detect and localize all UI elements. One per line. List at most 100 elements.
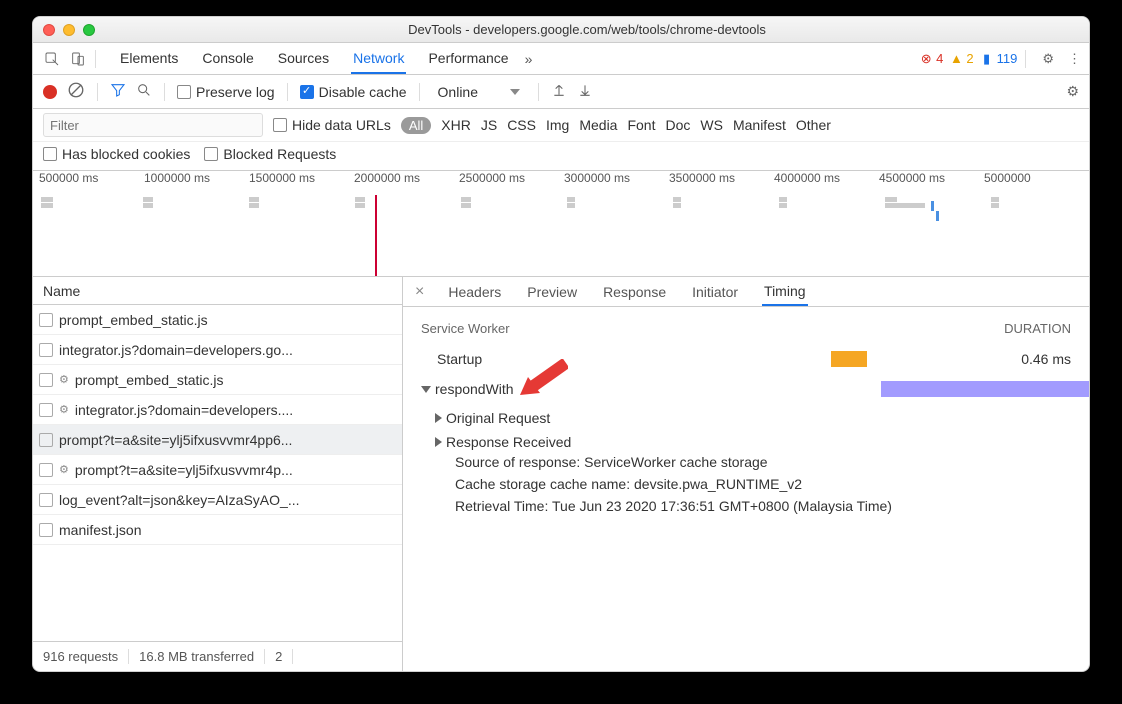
filter-type-js[interactable]: JS xyxy=(481,117,497,133)
filter-type-other[interactable]: Other xyxy=(796,117,831,133)
timeline-marker xyxy=(375,195,377,276)
gear-icon: ⚙ xyxy=(59,463,69,476)
device-toggle-icon[interactable] xyxy=(67,48,89,70)
separator xyxy=(287,83,288,101)
request-list-header[interactable]: Name xyxy=(33,277,402,305)
request-row[interactable]: ⚙ prompt?t=a&site=ylj5ifxusvvmr4p... xyxy=(33,455,402,485)
traffic-lights xyxy=(43,24,95,36)
tree-original-request[interactable]: Original Request xyxy=(435,406,1071,430)
separator xyxy=(538,83,539,101)
request-name: manifest.json xyxy=(59,522,141,538)
file-icon xyxy=(39,463,53,477)
warning-count[interactable]: ▲2 xyxy=(949,51,973,66)
request-name: prompt?t=a&site=ylj5ifxusvvmr4p... xyxy=(75,462,293,478)
zoom-window-button[interactable] xyxy=(83,24,95,36)
close-window-button[interactable] xyxy=(43,24,55,36)
error-count[interactable]: ⊗4 xyxy=(919,51,943,66)
record-button[interactable] xyxy=(43,85,57,99)
main-tabbar: Elements Console Sources Network Perform… xyxy=(33,43,1089,75)
devtools-window: DevTools - developers.google.com/web/too… xyxy=(32,16,1090,672)
filter-icon[interactable] xyxy=(110,82,126,101)
request-row[interactable]: ⚙ integrator.js?domain=developers.... xyxy=(33,395,402,425)
has-blocked-cookies-checkbox[interactable]: Has blocked cookies xyxy=(43,146,190,162)
separator xyxy=(419,83,420,101)
tab-headers[interactable]: Headers xyxy=(446,279,503,305)
inspect-icon[interactable] xyxy=(41,48,63,70)
request-name: prompt_embed_static.js xyxy=(59,312,208,328)
search-icon[interactable] xyxy=(136,82,152,101)
request-list-body: prompt_embed_static.js integrator.js?doma… xyxy=(33,305,402,641)
network-settings-icon[interactable]: ⚙ xyxy=(1066,83,1079,100)
info-cache-name: Cache storage cache name: devsite.pwa_RU… xyxy=(455,476,1071,498)
duration-header: DURATION xyxy=(1004,321,1071,336)
request-name: prompt?t=a&site=ylj5ifxusvvmr4pp6... xyxy=(59,432,292,448)
titlebar: DevTools - developers.google.com/web/too… xyxy=(33,17,1089,43)
more-icon[interactable]: ⋮ xyxy=(1068,51,1081,67)
request-row[interactable]: integrator.js?domain=developers.go... xyxy=(33,335,402,365)
blocked-requests-checkbox[interactable]: Blocked Requests xyxy=(204,146,336,162)
filter-type-css[interactable]: CSS xyxy=(507,117,536,133)
file-icon xyxy=(39,493,53,507)
message-count[interactable]: ▮119 xyxy=(980,51,1018,66)
tab-performance[interactable]: Performance xyxy=(426,44,510,74)
tab-initiator[interactable]: Initiator xyxy=(690,279,740,305)
timeline-activity xyxy=(931,201,934,211)
gear-icon: ⚙ xyxy=(59,403,69,416)
separator xyxy=(1025,50,1026,68)
upload-har-icon[interactable] xyxy=(551,82,567,101)
bottom-pane: Name prompt_embed_static.js integrator.js… xyxy=(33,277,1089,671)
file-icon xyxy=(39,313,53,327)
hide-data-urls-checkbox[interactable]: Hide data URLs xyxy=(273,117,391,133)
filter-type-img[interactable]: Img xyxy=(546,117,569,133)
filter-type-ws[interactable]: WS xyxy=(700,117,723,133)
filter-type-doc[interactable]: Doc xyxy=(665,117,690,133)
expand-icon xyxy=(421,386,431,393)
chevron-right-icon xyxy=(435,413,442,423)
tab-preview[interactable]: Preview xyxy=(525,279,579,305)
preserve-log-checkbox[interactable]: Preserve log xyxy=(177,84,275,100)
timeline-overview[interactable]: 500000 ms1000000 ms1500000 ms2000000 ms2… xyxy=(33,171,1089,277)
tab-timing[interactable]: Timing xyxy=(762,278,808,306)
tab-response[interactable]: Response xyxy=(601,279,668,305)
tabs-overflow-button[interactable]: » xyxy=(525,51,533,67)
filter-type-media[interactable]: Media xyxy=(579,117,617,133)
request-row[interactable]: prompt?t=a&site=ylj5ifxusvvmr4pp6... xyxy=(33,425,402,455)
tab-sources[interactable]: Sources xyxy=(276,44,331,74)
filter-input[interactable] xyxy=(43,113,263,137)
tab-network[interactable]: Network xyxy=(351,44,406,74)
minimize-window-button[interactable] xyxy=(63,24,75,36)
tree-response-received[interactable]: Response Received xyxy=(435,430,1071,454)
filter-type-font[interactable]: Font xyxy=(627,117,655,133)
request-count: 916 requests xyxy=(33,649,129,664)
request-row[interactable]: prompt_embed_static.js xyxy=(33,305,402,335)
request-row[interactable]: log_event?alt=json&key=AIzaSyAO_... xyxy=(33,485,402,515)
download-har-icon[interactable] xyxy=(577,82,593,101)
request-row[interactable]: ⚙prompt_embed_static.js xyxy=(33,365,402,395)
tab-console[interactable]: Console xyxy=(200,44,255,74)
chevron-down-icon xyxy=(510,89,520,95)
filter-type-all[interactable]: All xyxy=(401,117,431,134)
settings-icon[interactable]: ⚙ xyxy=(1042,51,1054,67)
timing-panel: Service Worker DURATION Startup 0.46 ms … xyxy=(403,307,1089,671)
throttle-select[interactable]: Online xyxy=(432,82,526,102)
filter-type-xhr[interactable]: XHR xyxy=(441,117,471,133)
request-name: integrator.js?domain=developers.... xyxy=(75,402,293,418)
timing-section-label: Service Worker xyxy=(421,321,510,336)
request-row[interactable]: manifest.json xyxy=(33,515,402,545)
tab-elements[interactable]: Elements xyxy=(118,44,180,74)
separator xyxy=(97,83,98,101)
file-icon xyxy=(39,403,53,417)
filter-type-manifest[interactable]: Manifest xyxy=(733,117,786,133)
clear-button[interactable] xyxy=(67,81,85,102)
annotation-arrow xyxy=(518,359,568,399)
window-title: DevTools - developers.google.com/web/too… xyxy=(95,22,1079,37)
network-toolbar: Preserve log Disable cache Online ⚙ xyxy=(33,75,1089,109)
timeline-activity xyxy=(936,211,939,221)
disable-cache-checkbox[interactable]: Disable cache xyxy=(300,84,407,100)
close-detail-button[interactable]: × xyxy=(415,283,424,301)
file-icon xyxy=(39,433,53,447)
file-icon xyxy=(39,523,53,537)
filter-bar: Hide data URLs All XHR JS CSS Img Media … xyxy=(33,109,1089,142)
main-tabs: Elements Console Sources Network Perform… xyxy=(118,44,511,74)
footer-extra: 2 xyxy=(265,649,293,664)
